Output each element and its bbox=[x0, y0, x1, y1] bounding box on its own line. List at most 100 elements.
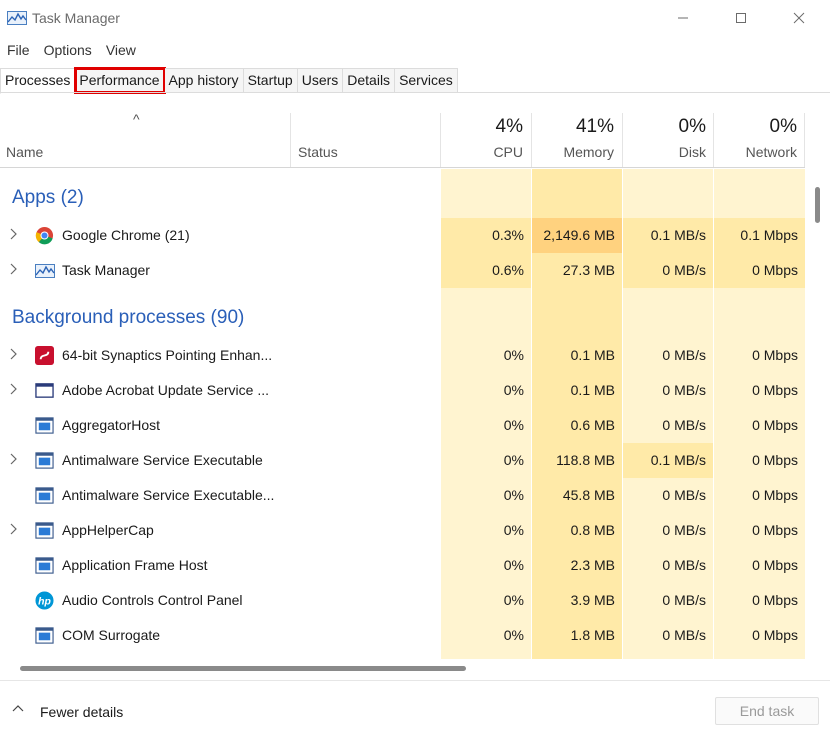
process-row[interactable]: Antimalware Service Executable 0% 118.8 MB… bbox=[0, 443, 805, 478]
menu-file[interactable]: File bbox=[0, 38, 37, 62]
process-name: Application Frame Host bbox=[62, 557, 208, 573]
disk-value: 0.1 MB/s bbox=[623, 443, 713, 478]
memory-value: 1.8 MB bbox=[570, 627, 615, 643]
memory-value: 0.8 MB bbox=[570, 522, 615, 538]
disk-value: 0 MB/s bbox=[623, 253, 713, 288]
memory-value: 118.8 MB bbox=[556, 452, 615, 468]
group-apps: Apps (2) bbox=[0, 174, 805, 224]
process-name: Adobe Acrobat Update Service ... bbox=[62, 382, 270, 398]
tab-performance[interactable]: Performance bbox=[74, 67, 166, 94]
chevron-right-icon[interactable] bbox=[9, 347, 19, 364]
horizontal-scrollbar[interactable] bbox=[20, 666, 466, 671]
task-manager-icon bbox=[35, 261, 55, 280]
memory-value: 45.8 MB bbox=[562, 487, 615, 503]
chevron-up-icon[interactable] bbox=[12, 702, 24, 717]
vertical-scrollbar[interactable] bbox=[815, 187, 820, 223]
column-separator bbox=[290, 113, 291, 167]
chevron-right-icon[interactable] bbox=[9, 262, 19, 279]
network-value: 0 Mbps bbox=[714, 253, 805, 288]
process-name: Antimalware Service Executable bbox=[62, 452, 263, 468]
column-network[interactable]: Network bbox=[746, 144, 797, 160]
chevron-right-icon[interactable] bbox=[9, 522, 19, 539]
tab-app-history[interactable]: App history bbox=[164, 68, 244, 93]
chevron-right-icon[interactable] bbox=[9, 227, 19, 244]
column-status[interactable]: Status bbox=[298, 144, 338, 160]
tab-services[interactable]: Services bbox=[395, 68, 458, 93]
cpu-value: 0% bbox=[503, 417, 524, 433]
task-manager-icon bbox=[7, 11, 27, 25]
network-value: 0 Mbps bbox=[752, 382, 798, 398]
disk-value: 0.1 MB/s bbox=[623, 218, 713, 253]
process-name: Antimalware Service Executable... bbox=[62, 487, 275, 503]
process-name: COM Surrogate bbox=[62, 627, 161, 643]
process-row[interactable]: Antimalware Service Executable... 0% 45.8 … bbox=[0, 478, 805, 513]
cpu-value: 0.3% bbox=[441, 218, 531, 253]
end-task-button[interactable]: End task bbox=[715, 697, 819, 725]
memory-value: 0.1 MB bbox=[570, 347, 615, 363]
window-title: Task Manager bbox=[32, 10, 120, 26]
process-row[interactable]: COM Surrogate 0% 1.8 MB 0 MB/s 0 Mbps bbox=[0, 618, 805, 653]
column-separator bbox=[622, 113, 623, 167]
tab-users[interactable]: Users bbox=[297, 68, 344, 93]
title-bar: Task Manager bbox=[0, 0, 830, 36]
memory-value: 0.1 MB bbox=[570, 382, 615, 398]
chrome-icon bbox=[35, 226, 54, 245]
close-button[interactable] bbox=[770, 0, 828, 36]
process-row[interactable]: Application Frame Host 0% 2.3 MB 0 MB/s 0 Mb… bbox=[0, 548, 805, 583]
service-icon bbox=[35, 416, 54, 435]
network-value: 0 Mbps bbox=[752, 557, 798, 573]
fewer-details-link[interactable]: Fewer details bbox=[40, 704, 123, 720]
process-name: 64-bit Synaptics Pointing Enhan... bbox=[62, 347, 273, 363]
process-row[interactable]: Google Chrome (21) 0.3% 2,149.6 MB 0.1 MB/s… bbox=[0, 218, 805, 253]
process-row[interactable]: hp Audio Controls Control Panel 0% 3.9 MB 0 … bbox=[0, 583, 805, 618]
sort-arrow-icon: ^ bbox=[133, 111, 140, 127]
column-cpu[interactable]: CPU bbox=[493, 144, 523, 160]
menu-view[interactable]: View bbox=[99, 38, 143, 62]
process-row[interactable]: Task Manager 0.6% 27.3 MB 0 MB/s 0 Mbps bbox=[0, 253, 805, 288]
service-icon bbox=[35, 626, 54, 645]
memory-value: 3.9 MB bbox=[570, 592, 615, 608]
window-icon bbox=[35, 381, 54, 400]
chevron-right-icon[interactable] bbox=[9, 382, 19, 399]
process-row[interactable]: 64-bit Synaptics Pointing Enhan... 0% 0.1 … bbox=[0, 338, 805, 373]
column-memory[interactable]: Memory bbox=[563, 144, 614, 160]
cpu-value: 0% bbox=[503, 627, 524, 643]
process-row[interactable]: AggregatorHost 0% 0.6 MB 0 MB/s 0 Mbps bbox=[0, 408, 805, 443]
group-background: Background processes (90) bbox=[0, 289, 805, 339]
memory-value: 27.3 MB bbox=[562, 262, 615, 278]
network-value: 0 Mbps bbox=[752, 347, 798, 363]
tab-divider bbox=[0, 92, 830, 93]
service-icon bbox=[35, 486, 54, 505]
disk-value: 0 MB/s bbox=[662, 592, 706, 608]
network-value: 0 Mbps bbox=[752, 417, 798, 433]
maximize-button[interactable] bbox=[712, 0, 770, 36]
process-row[interactable]: AppHelperCap 0% 0.8 MB 0 MB/s 0 Mbps bbox=[0, 513, 805, 548]
tab-processes[interactable]: Processes bbox=[0, 68, 76, 94]
process-name: AggregatorHost bbox=[62, 417, 161, 433]
tab-startup[interactable]: Startup bbox=[243, 68, 298, 93]
column-name[interactable]: Name bbox=[6, 144, 43, 160]
network-value: 0 Mbps bbox=[752, 452, 798, 468]
process-list: Apps (2) Google Chrome (21) 0.3% 2,149.6 M… bbox=[0, 169, 805, 659]
network-value: 0 Mbps bbox=[752, 522, 798, 538]
minimize-button[interactable] bbox=[654, 0, 712, 36]
cpu-value: 0% bbox=[503, 452, 524, 468]
process-row[interactable]: Adobe Acrobat Update Service ... 0% 0.1 MB… bbox=[0, 373, 805, 408]
service-icon bbox=[35, 451, 54, 470]
tab-details[interactable]: Details bbox=[343, 68, 396, 93]
memory-percent: 41% bbox=[575, 116, 614, 137]
menu-bar: File Options View bbox=[0, 38, 143, 62]
column-disk[interactable]: Disk bbox=[679, 144, 706, 160]
column-header: ^ Name Status 4% CPU 41% Memory 0% Disk … bbox=[0, 111, 805, 168]
chevron-right-icon[interactable] bbox=[9, 452, 19, 469]
network-value: 0.1 Mbps bbox=[714, 218, 805, 253]
menu-options[interactable]: Options bbox=[37, 38, 99, 62]
process-name: Audio Controls Control Panel bbox=[62, 592, 243, 608]
synaptics-icon bbox=[35, 346, 54, 365]
process-name: Task Manager bbox=[62, 262, 150, 278]
cpu-value: 0% bbox=[503, 382, 524, 398]
minimize-icon bbox=[678, 17, 688, 19]
memory-value: 2.3 MB bbox=[570, 557, 615, 573]
cpu-value: 0% bbox=[503, 557, 524, 573]
service-icon bbox=[35, 556, 54, 575]
